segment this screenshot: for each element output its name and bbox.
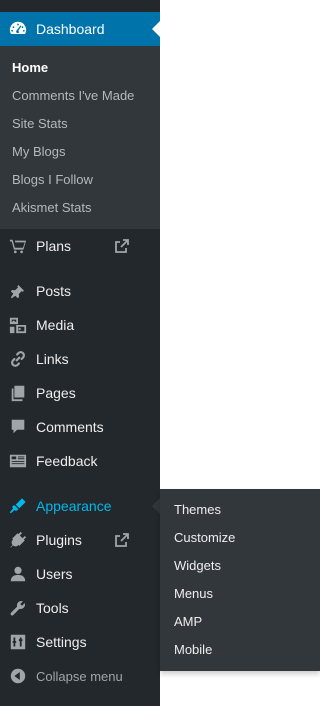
current-menu-arrow: [152, 21, 160, 37]
sidebar-item-users[interactable]: Users: [0, 557, 160, 591]
sidebar-item-label: Media: [36, 317, 75, 333]
submenu-my-blogs[interactable]: My Blogs: [12, 144, 65, 159]
sidebar-item-posts[interactable]: Posts: [0, 274, 160, 308]
sidebar-item-settings[interactable]: Settings: [0, 625, 160, 659]
user-icon: [9, 565, 27, 583]
sidebar-item-label: Links: [36, 351, 69, 367]
pin-icon: [9, 282, 27, 300]
sidebar-item-label: Collapse menu: [36, 668, 123, 684]
flyout-item-amp[interactable]: AMP: [174, 614, 202, 629]
sidebar-item-label: Dashboard: [36, 21, 105, 37]
sidebar-item-label: Tools: [36, 600, 69, 616]
sidebar-item-media[interactable]: Media: [0, 308, 160, 342]
sidebar-item-appearance[interactable]: Appearance: [0, 489, 160, 523]
appearance-flyout-menu: Themes Customize Widgets Menus AMP Mobil…: [160, 489, 320, 671]
settings-icon: [9, 633, 27, 651]
flyout-item-customize[interactable]: Customize: [174, 530, 235, 545]
wrench-icon: [9, 599, 27, 617]
submenu-blogs-follow[interactable]: Blogs I Follow: [12, 172, 93, 187]
collapse-icon: [9, 667, 27, 685]
link-icon: [9, 350, 27, 368]
sidebar-item-label: Plugins: [36, 532, 82, 548]
flyout-item-menus[interactable]: Menus: [174, 586, 213, 601]
paintbrush-icon: [9, 497, 27, 515]
dashboard-icon: [9, 20, 27, 38]
sidebar-item-label: Settings: [36, 634, 87, 650]
pages-icon: [9, 384, 27, 402]
submenu-site-stats[interactable]: Site Stats: [12, 116, 68, 131]
flyout-arrow: [152, 498, 160, 514]
external-link-icon: [114, 532, 130, 548]
sidebar-item-pages[interactable]: Pages: [0, 376, 160, 410]
feedback-icon: [9, 452, 27, 470]
sidebar-item-plugins[interactable]: Plugins: [0, 523, 160, 557]
sidebar-item-comments[interactable]: Comments: [0, 410, 160, 444]
media-icon: [9, 316, 27, 334]
sidebar-item-links[interactable]: Links: [0, 342, 160, 376]
flyout-item-mobile[interactable]: Mobile: [174, 642, 212, 657]
dashboard-submenu: Home Comments I've Made Site Stats My Bl…: [0, 46, 160, 229]
plugin-icon: [9, 531, 27, 549]
sidebar-item-feedback[interactable]: Feedback: [0, 444, 160, 478]
flyout-item-themes[interactable]: Themes: [174, 502, 221, 517]
comment-icon: [9, 418, 27, 436]
sidebar-item-label: Pages: [36, 385, 76, 401]
flyout-item-widgets[interactable]: Widgets: [174, 558, 221, 573]
sidebar-item-label: Feedback: [36, 453, 98, 469]
submenu-comments-made[interactable]: Comments I've Made: [12, 88, 134, 103]
sidebar-item-label: Comments: [36, 419, 104, 435]
sidebar-item-label: Appearance: [36, 498, 112, 514]
sidebar-item-tools[interactable]: Tools: [0, 591, 160, 625]
sidebar-top-strip: [0, 0, 160, 12]
sidebar-item-dashboard[interactable]: Dashboard: [0, 12, 160, 46]
admin-sidebar: Dashboard Home Comments I've Made Site S…: [0, 0, 160, 706]
submenu-akismet-stats[interactable]: Akismet Stats: [12, 200, 91, 215]
submenu-home[interactable]: Home: [12, 60, 48, 75]
collapse-menu-button[interactable]: Collapse menu: [0, 659, 160, 693]
sidebar-item-plans[interactable]: Plans: [0, 229, 160, 263]
sidebar-item-label: Users: [36, 566, 73, 582]
cart-icon: [9, 237, 27, 255]
external-link-icon: [114, 238, 130, 254]
sidebar-item-label: Plans: [36, 238, 72, 254]
sidebar-item-label: Posts: [36, 283, 72, 299]
